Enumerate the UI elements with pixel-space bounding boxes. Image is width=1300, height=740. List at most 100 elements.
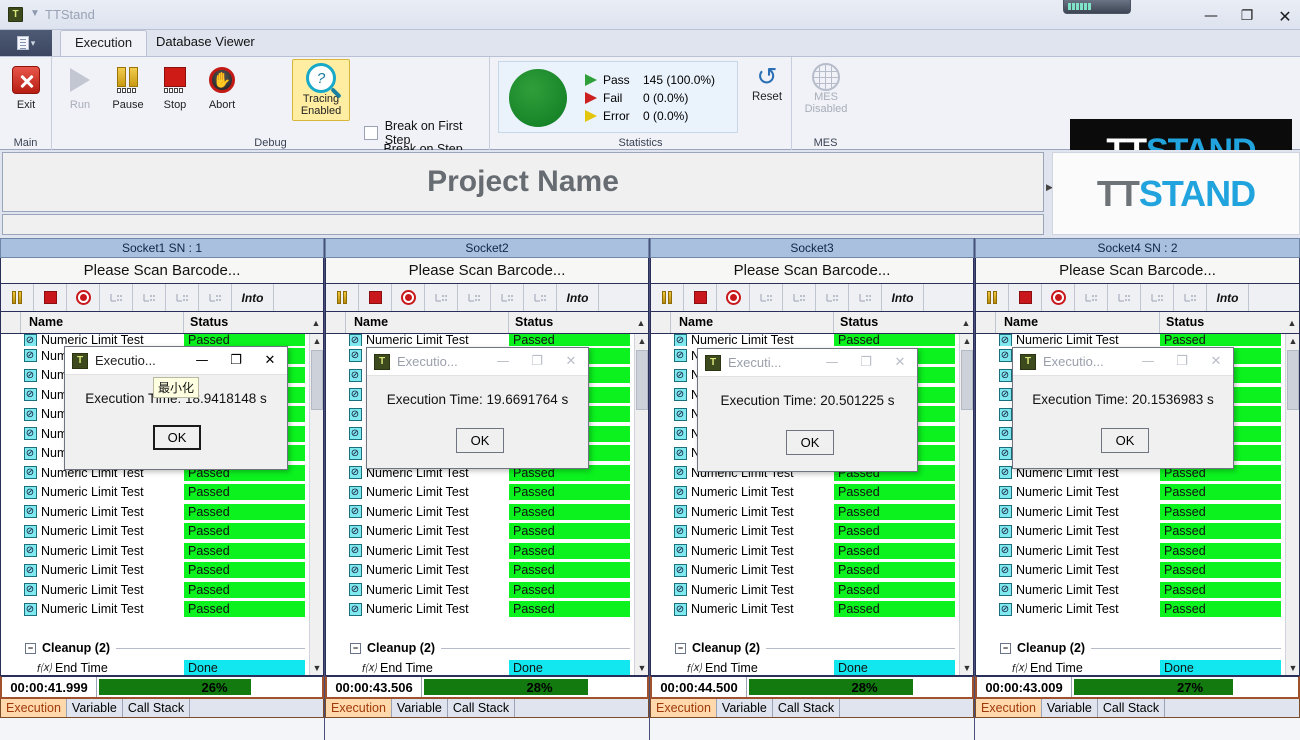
dialog-close-button[interactable]: ✕: [253, 347, 287, 374]
socket-abort-button[interactable]: [1042, 284, 1075, 311]
dialog-ok-button[interactable]: OK: [786, 430, 834, 455]
table-row[interactable]: ⊘ Numeric Limit Test Passed: [326, 600, 634, 620]
socket-stop-button[interactable]: [34, 284, 67, 311]
tab-variable[interactable]: Variable: [1042, 699, 1098, 717]
barcode-prompt[interactable]: Please Scan Barcode...: [975, 258, 1300, 284]
tab-execution[interactable]: Execution: [60, 30, 147, 56]
column-header-name[interactable]: Name: [996, 312, 1160, 333]
dialog-maximize-button[interactable]: ❐: [520, 348, 554, 375]
stop-button[interactable]: Stop: [151, 61, 199, 111]
collapse-icon[interactable]: −: [25, 643, 36, 654]
tracing-enabled-toggle[interactable]: ? Tracing Enabled: [292, 59, 350, 121]
socket-step-over-button[interactable]: [1108, 284, 1141, 311]
tab-variable[interactable]: Variable: [392, 699, 448, 717]
dialog-title-bar[interactable]: T Executio... — ❐ ✕: [1013, 348, 1233, 376]
dialog-close-button[interactable]: ✕: [554, 348, 588, 375]
scrollbar-thumb[interactable]: [311, 350, 323, 410]
tab-execution[interactable]: Execution: [976, 699, 1042, 717]
table-row[interactable]: ⊘ Numeric Limit Test Passed: [326, 522, 634, 542]
barcode-prompt[interactable]: Please Scan Barcode...: [325, 258, 649, 284]
socket-step-out-button[interactable]: [491, 284, 524, 311]
socket-step-into-button[interactable]: [425, 284, 458, 311]
tab-execution[interactable]: Execution: [1, 699, 67, 717]
column-header-status[interactable]: Status: [184, 312, 309, 333]
table-row[interactable]: ⊘ Numeric Limit Test Passed: [651, 522, 959, 542]
vertical-scrollbar[interactable]: ▲ ▼: [634, 334, 648, 675]
dialog-minimize-button[interactable]: —: [815, 349, 849, 376]
socket-pause-button[interactable]: [326, 284, 359, 311]
table-row[interactable]: ⊘ Numeric Limit Test Passed: [326, 483, 634, 503]
tab-execution[interactable]: Execution: [326, 699, 392, 717]
table-row[interactable]: [1, 619, 309, 639]
scroll-up-button[interactable]: ▲: [1286, 334, 1300, 348]
scroll-down-button[interactable]: ▼: [1286, 661, 1300, 675]
table-row[interactable]: ⊘ Numeric Limit Test Passed: [651, 580, 959, 600]
scroll-up-button[interactable]: ▲: [960, 334, 974, 348]
table-row[interactable]: ⊘ Numeric Limit Test Passed: [651, 334, 959, 346]
vertical-scrollbar[interactable]: ▲ ▼: [959, 334, 973, 675]
column-header-status[interactable]: Status: [834, 312, 959, 333]
table-row[interactable]: ⊘ Numeric Limit Test Passed: [976, 580, 1285, 600]
table-row[interactable]: f⒳ End Time Done: [326, 658, 634, 676]
table-row[interactable]: ⊘ Numeric Limit Test Passed: [1, 483, 309, 503]
column-header-name[interactable]: Name: [346, 312, 509, 333]
scroll-down-button[interactable]: ▼: [635, 661, 649, 675]
scroll-up-arrow-icon[interactable]: ▲: [959, 312, 973, 333]
scroll-up-arrow-icon[interactable]: ▲: [309, 312, 323, 333]
collapse-icon[interactable]: −: [675, 643, 686, 654]
column-header-status[interactable]: Status: [1160, 312, 1285, 333]
tab-variable[interactable]: Variable: [717, 699, 773, 717]
window-close-button[interactable]: ✕: [1270, 5, 1300, 27]
execution-time-dialog-2[interactable]: T Executio... — ❐ ✕ Execution Time: 19.6…: [366, 347, 589, 469]
table-row[interactable]: ⊘ Numeric Limit Test Passed: [976, 334, 1285, 346]
execution-time-dialog-4[interactable]: T Executio... — ❐ ✕ Execution Time: 20.1…: [1012, 347, 1234, 469]
dialog-ok-button[interactable]: OK: [456, 428, 504, 453]
barcode-prompt[interactable]: Please Scan Barcode...: [650, 258, 974, 284]
vertical-scrollbar[interactable]: ▲ ▼: [1285, 334, 1299, 675]
abort-button[interactable]: ✋ Abort: [198, 61, 246, 111]
barcode-prompt[interactable]: Please Scan Barcode...: [0, 258, 324, 284]
table-row[interactable]: ⊘ Numeric Limit Test Passed: [651, 561, 959, 581]
scrollbar-thumb[interactable]: [1287, 350, 1299, 410]
table-row[interactable]: ⊘ Numeric Limit Test Passed: [326, 334, 634, 346]
tab-variable[interactable]: Variable: [67, 699, 123, 717]
table-row-group-cleanup[interactable]: − Cleanup (2): [651, 639, 959, 659]
scroll-up-arrow-icon[interactable]: ▲: [1285, 312, 1299, 333]
socket-into-dropdown[interactable]: Into: [232, 284, 274, 311]
dialog-title-bar[interactable]: T Executi... — ❐ ✕: [698, 349, 917, 377]
scroll-down-button[interactable]: ▼: [310, 661, 324, 675]
table-row[interactable]: f⒳ End Time Done: [1, 658, 309, 676]
socket-pause-button[interactable]: [1, 284, 34, 311]
table-row[interactable]: [651, 619, 959, 639]
table-row[interactable]: ⊘ Numeric Limit Test Passed: [1, 600, 309, 620]
tab-call-stack[interactable]: Call Stack: [1098, 699, 1165, 717]
dialog-ok-button[interactable]: OK: [1101, 428, 1149, 453]
dialog-title-bar[interactable]: T Executio... — ❐ ✕: [65, 347, 287, 375]
socket-into-dropdown[interactable]: Into: [882, 284, 924, 311]
socket-abort-button[interactable]: [67, 284, 100, 311]
app-menu-button[interactable]: ▾: [0, 30, 52, 56]
socket-step-over-button[interactable]: [783, 284, 816, 311]
table-row[interactable]: f⒳ End Time Done: [651, 658, 959, 676]
table-row-group-cleanup[interactable]: − Cleanup (2): [1, 639, 309, 659]
execution-time-dialog-1[interactable]: T Executio... — ❐ ✕ Execution Time: 18.9…: [64, 346, 288, 470]
column-header-name[interactable]: Name: [21, 312, 184, 333]
dialog-minimize-button[interactable]: —: [1131, 348, 1165, 375]
dialog-close-button[interactable]: ✕: [883, 349, 917, 376]
table-row[interactable]: ⊘ Numeric Limit Test Passed: [976, 483, 1285, 503]
table-row[interactable]: ⊘ Numeric Limit Test Passed: [651, 502, 959, 522]
run-button[interactable]: Run: [56, 61, 104, 111]
chevron-down-icon[interactable]: ▼: [30, 8, 40, 19]
socket-into-dropdown[interactable]: Into: [557, 284, 599, 311]
scroll-down-button[interactable]: ▼: [960, 661, 974, 675]
dialog-ok-button[interactable]: OK: [153, 425, 201, 450]
table-row[interactable]: ⊘ Numeric Limit Test Passed: [651, 541, 959, 561]
tab-execution[interactable]: Execution: [651, 699, 717, 717]
socket-pause-button[interactable]: [651, 284, 684, 311]
table-row-group-cleanup[interactable]: − Cleanup (2): [326, 639, 634, 659]
socket-into-dropdown[interactable]: Into: [1207, 284, 1249, 311]
table-row[interactable]: [976, 619, 1285, 639]
scroll-up-button[interactable]: ▲: [310, 334, 324, 348]
socket-stop-button[interactable]: [684, 284, 717, 311]
table-row[interactable]: ⊘ Numeric Limit Test Passed: [976, 522, 1285, 542]
